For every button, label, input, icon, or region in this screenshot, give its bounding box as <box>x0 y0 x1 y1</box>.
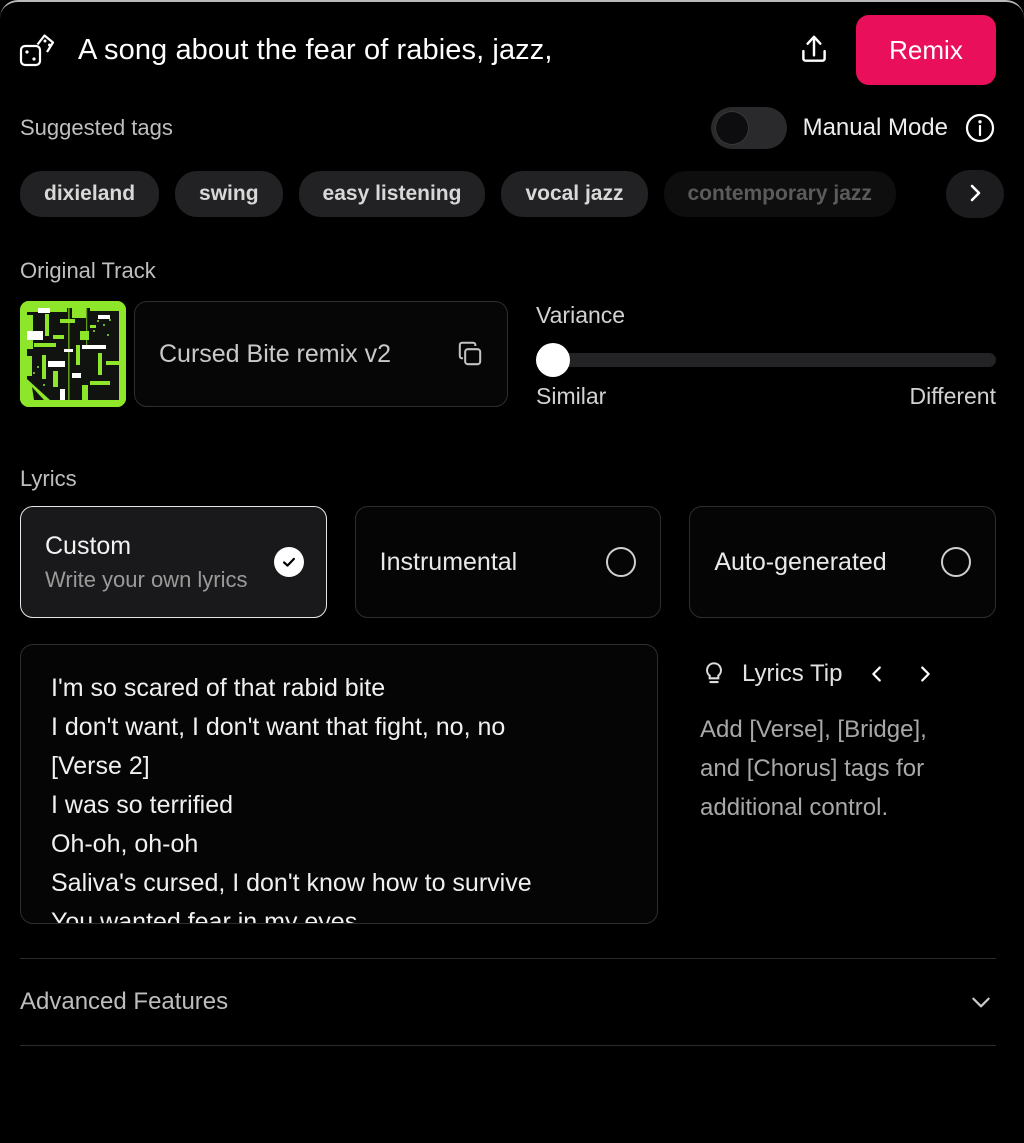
chevron-right-icon <box>963 181 987 208</box>
divider-bottom <box>20 1045 996 1046</box>
lyrics-tip-prev-button[interactable] <box>866 661 888 687</box>
lyrics-textarea[interactable]: I'm so scared of that rabid bite I don't… <box>20 644 658 924</box>
dice-icon[interactable] <box>18 30 58 70</box>
original-track-section: Original Track Cursed Bite remix v2 Vari… <box>0 258 1024 410</box>
lyrics-mode-title: Custom <box>45 531 132 560</box>
lyrics-mode-title: Instrumental <box>379 547 518 576</box>
variance-min-label: Similar <box>536 383 607 409</box>
lyrics-mode-custom[interactable]: Custom Write your own lyrics <box>20 506 327 618</box>
suggested-tags-section: Suggested tags Manual Mode dixieland swi… <box>0 98 1024 230</box>
advanced-features-label: Advanced Features <box>20 988 229 1015</box>
lightbulb-icon <box>700 660 728 688</box>
remix-panel-window: A song about the fear of rabies, jazz, R… <box>0 0 1024 1143</box>
variance-control: Variance Similar Different <box>536 298 996 410</box>
suggested-tags-list[interactable]: dixieland swing easy listening vocal jaz… <box>0 158 1024 230</box>
lyrics-mode-subtitle: Write your own lyrics <box>45 566 248 592</box>
original-track-field[interactable]: Cursed Bite remix v2 <box>134 301 508 407</box>
share-upload-icon <box>797 32 831 69</box>
page-title: A song about the fear of rabies, jazz, <box>78 33 553 66</box>
lyrics-tip-next-button[interactable] <box>914 661 936 687</box>
header-bar: A song about the fear of rabies, jazz, R… <box>0 2 1024 98</box>
variance-slider-track[interactable] <box>536 353 996 367</box>
variance-endpoints: Similar Different <box>536 383 996 410</box>
lyrics-mode-group: Custom Write your own lyrics Instrumenta… <box>0 506 1024 618</box>
tags-scroll-next-button[interactable] <box>946 170 1004 218</box>
check-circle-icon <box>273 547 304 577</box>
lyrics-section: Lyrics Custom Write your own lyrics Inst… <box>0 466 1024 924</box>
share-button[interactable] <box>790 26 838 74</box>
lyrics-mode-auto-generated[interactable]: Auto-generated <box>689 506 997 618</box>
lyrics-tip-title: Lyrics Tip <box>742 660 843 687</box>
lyrics-tip-text: Add [Verse], [Bridge], and [Chorus] tags… <box>700 716 927 821</box>
original-track-row: Cursed Bite remix v2 <box>20 298 508 410</box>
lyrics-label: Lyrics <box>20 466 77 491</box>
manual-mode-label: Manual Mode <box>802 114 948 141</box>
suggested-tags-label: Suggested tags <box>20 115 173 140</box>
original-track-label: Original Track <box>20 258 156 283</box>
lyrics-mode-title: Auto-generated <box>714 547 887 576</box>
tag-chip[interactable]: vocal jazz <box>501 171 648 217</box>
suggested-tags-header: Suggested tags Manual Mode <box>0 98 1024 158</box>
variance-slider[interactable] <box>536 343 996 377</box>
advanced-features-row[interactable]: Advanced Features <box>0 959 1024 1045</box>
lyrics-tip-panel: Lyrics Tip Add [Verse], [Bridge], and [C… <box>700 644 996 924</box>
manual-mode-toggle[interactable] <box>710 107 787 149</box>
variance-slider-thumb[interactable] <box>536 343 570 377</box>
chevron-down-icon[interactable] <box>968 989 994 1015</box>
radio-unselected-icon[interactable] <box>941 547 972 577</box>
tag-chip[interactable]: contemporary jazz <box>663 171 896 217</box>
manual-mode-toggle-knob <box>714 111 749 145</box>
remix-button[interactable]: Remix <box>856 15 996 85</box>
tag-chip[interactable]: swing <box>175 171 283 217</box>
album-cover-art[interactable] <box>20 301 126 407</box>
info-icon[interactable] <box>964 112 996 144</box>
tag-chip[interactable]: dixieland <box>20 171 160 217</box>
radio-unselected-icon[interactable] <box>606 547 637 577</box>
copy-icon[interactable] <box>455 339 485 369</box>
variance-max-label: Different <box>909 383 996 409</box>
variance-label: Variance <box>536 302 626 328</box>
original-track-name: Cursed Bite remix v2 <box>159 339 392 368</box>
manual-mode-group: Manual Mode <box>710 107 996 149</box>
tag-chip[interactable]: easy listening <box>298 171 486 217</box>
lyrics-mode-instrumental[interactable]: Instrumental <box>354 506 662 618</box>
